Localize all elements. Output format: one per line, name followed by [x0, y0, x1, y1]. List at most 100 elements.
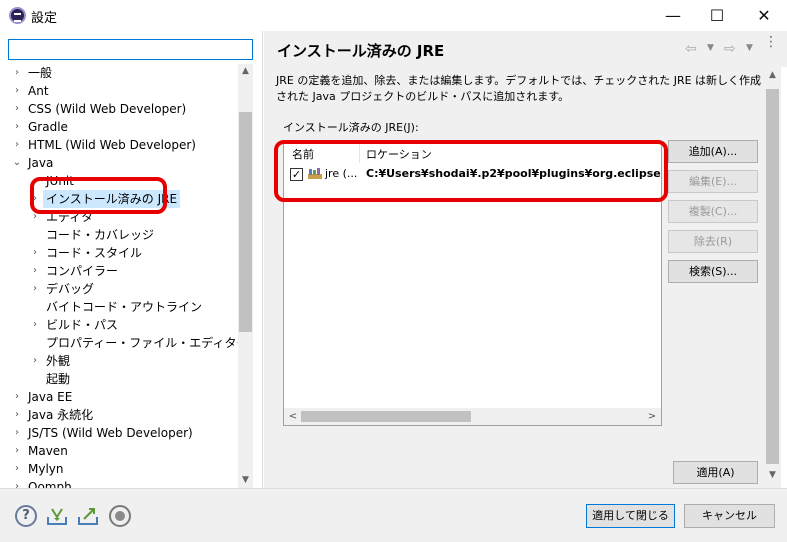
export-icon[interactable] — [77, 505, 99, 527]
tree-item[interactable]: › Maven — [0, 442, 238, 460]
installed-jre-table[interactable]: 名前 ロケーション ✓ jre (... C:¥Users¥shodai¥.p2… — [283, 142, 662, 426]
tree-item[interactable]: › デバッグ — [0, 280, 238, 298]
page-scrollbar[interactable]: ▲ ▼ — [764, 67, 781, 488]
tree-item-label: コード・カバレッジ — [46, 228, 155, 242]
expand-right-icon[interactable]: › — [30, 244, 40, 262]
tree-item-label: ビルド・パス — [46, 318, 119, 332]
apply-button[interactable]: 適用(A) — [673, 461, 758, 484]
tree-item[interactable]: JUnit — [0, 172, 238, 190]
help-icon[interactable]: ? — [15, 505, 37, 527]
filter-input[interactable] — [8, 39, 253, 60]
tree-item-label: HTML (Wild Web Developer) — [28, 138, 196, 152]
add-button[interactable]: 追加(A)... — [668, 140, 758, 163]
expand-right-icon[interactable]: › — [12, 406, 22, 424]
expand-right-icon[interactable]: › — [30, 316, 40, 334]
title-bar: 設定 — ☐ ✕ — [0, 0, 787, 31]
tree-item[interactable]: ⌄ Java — [0, 154, 238, 172]
expand-right-icon[interactable]: › — [30, 190, 40, 208]
expand-right-icon[interactable]: › — [12, 82, 22, 100]
tree-item[interactable]: › エディタ — [0, 208, 238, 226]
expand-right-icon[interactable]: › — [12, 478, 22, 488]
tree-item[interactable]: › CSS (Wild Web Developer) — [0, 100, 238, 118]
tree-item-label: コンパイラー — [46, 264, 119, 278]
column-header-name[interactable]: 名前 — [292, 146, 314, 162]
tree-item-label: Maven — [28, 444, 68, 458]
import-icon[interactable] — [46, 505, 68, 527]
jre-checkbox[interactable]: ✓ — [290, 168, 303, 181]
tree-item-label: Gradle — [28, 120, 68, 134]
scroll-up-arrow-icon[interactable]: ▲ — [238, 64, 253, 79]
tree-item[interactable]: › インストール済みの JRE — [0, 190, 238, 208]
record-icon[interactable] — [109, 505, 131, 527]
table-header: 名前 ロケーション — [284, 143, 661, 163]
table-row[interactable]: ✓ jre (... C:¥Users¥shodai¥.p2¥pool¥plug… — [284, 164, 661, 184]
tree-item[interactable]: プロパティー・ファイル・エディター — [0, 334, 238, 352]
close-button[interactable]: ✕ — [741, 0, 787, 31]
expand-right-icon[interactable]: › — [12, 424, 22, 442]
tree-item[interactable]: › Mylyn — [0, 460, 238, 478]
view-menu-icon[interactable]: ⋮ — [764, 35, 778, 49]
scroll-thumb[interactable] — [766, 89, 779, 464]
expand-right-icon[interactable]: › — [30, 262, 40, 280]
tree-item[interactable]: バイトコード・アウトライン — [0, 298, 238, 316]
expand-right-icon[interactable]: › — [12, 388, 22, 406]
tree-item[interactable]: › 一般 — [0, 64, 238, 82]
tree-item-label: JUnit — [46, 174, 74, 188]
remove-button[interactable]: 除去(R) — [668, 230, 758, 253]
tree-item[interactable]: 起動 — [0, 370, 238, 388]
expand-right-icon[interactable]: › — [12, 64, 22, 82]
minimize-button[interactable]: — — [650, 0, 696, 31]
expand-right-icon[interactable]: › — [30, 208, 40, 226]
eclipse-app-icon — [9, 7, 26, 24]
expand-right-icon[interactable]: › — [30, 352, 40, 370]
expand-right-icon[interactable]: › — [12, 460, 22, 478]
cancel-button[interactable]: キャンセル — [684, 504, 775, 528]
scroll-down-arrow-icon[interactable]: ▼ — [238, 473, 253, 488]
expand-down-icon[interactable]: ⌄ — [12, 154, 22, 172]
forward-arrow-icon[interactable]: ⇨ — [724, 41, 736, 57]
tree-scrollbar[interactable]: ▲ ▼ — [238, 64, 253, 488]
tree-item[interactable]: › Java 永続化 — [0, 406, 238, 424]
page-title: インストール済みの JRE — [277, 42, 445, 60]
tree-item[interactable]: › 外観 — [0, 352, 238, 370]
edit-button[interactable]: 編集(E)... — [668, 170, 758, 193]
apply-and-close-button[interactable]: 適用して閉じる — [586, 504, 675, 528]
tree-item[interactable]: › Gradle — [0, 118, 238, 136]
tree-item-label: コード・スタイル — [46, 246, 143, 260]
tree-item[interactable]: › HTML (Wild Web Developer) — [0, 136, 238, 154]
expand-right-icon[interactable]: › — [30, 280, 40, 298]
scroll-left-arrow-icon[interactable]: < — [286, 408, 300, 425]
tree-item[interactable]: › コード・スタイル — [0, 244, 238, 262]
tree-item[interactable]: › JS/TS (Wild Web Developer) — [0, 424, 238, 442]
forward-dropdown-icon[interactable]: ▼ — [746, 43, 753, 53]
tree-item[interactable]: コード・カバレッジ — [0, 226, 238, 244]
expand-right-icon[interactable]: › — [12, 442, 22, 460]
column-divider[interactable] — [359, 143, 360, 163]
tree-item[interactable]: › Oomph — [0, 478, 238, 488]
preference-tree: › 一般 › Ant › CSS (Wild Web Developer) › Gradle ›… — [0, 64, 238, 488]
tree-item[interactable]: › Ant — [0, 82, 238, 100]
duplicate-button[interactable]: 複製(C)... — [668, 200, 758, 223]
back-arrow-icon[interactable]: ⇦ — [685, 41, 697, 57]
column-header-location[interactable]: ロケーション — [366, 146, 432, 162]
scroll-right-arrow-icon[interactable]: > — [645, 408, 659, 425]
tree-item-label: デバッグ — [46, 282, 95, 296]
tree-item[interactable]: › コンパイラー — [0, 262, 238, 280]
scroll-up-arrow-icon[interactable]: ▲ — [764, 67, 781, 84]
maximize-button[interactable]: ☐ — [694, 0, 740, 31]
scroll-thumb[interactable] — [301, 411, 471, 422]
tree-item-label: Java 永続化 — [28, 408, 94, 422]
tree-item[interactable]: › ビルド・パス — [0, 316, 238, 334]
jre-library-icon — [308, 168, 322, 180]
back-dropdown-icon[interactable]: ▼ — [707, 43, 714, 53]
tree-item[interactable]: › Java EE — [0, 388, 238, 406]
scroll-thumb[interactable] — [239, 112, 252, 332]
table-horizontal-scrollbar[interactable]: < > — [284, 408, 661, 425]
tree-item-label: インストール済みの JRE — [43, 190, 181, 208]
expand-right-icon[interactable]: › — [12, 118, 22, 136]
expand-right-icon[interactable]: › — [12, 100, 22, 118]
preference-tree-pane: › 一般 › Ant › CSS (Wild Web Developer) › Gradle ›… — [0, 31, 263, 488]
expand-right-icon[interactable]: › — [12, 136, 22, 154]
search-button[interactable]: 検索(S)... — [668, 260, 758, 283]
scroll-down-arrow-icon[interactable]: ▼ — [764, 467, 781, 484]
